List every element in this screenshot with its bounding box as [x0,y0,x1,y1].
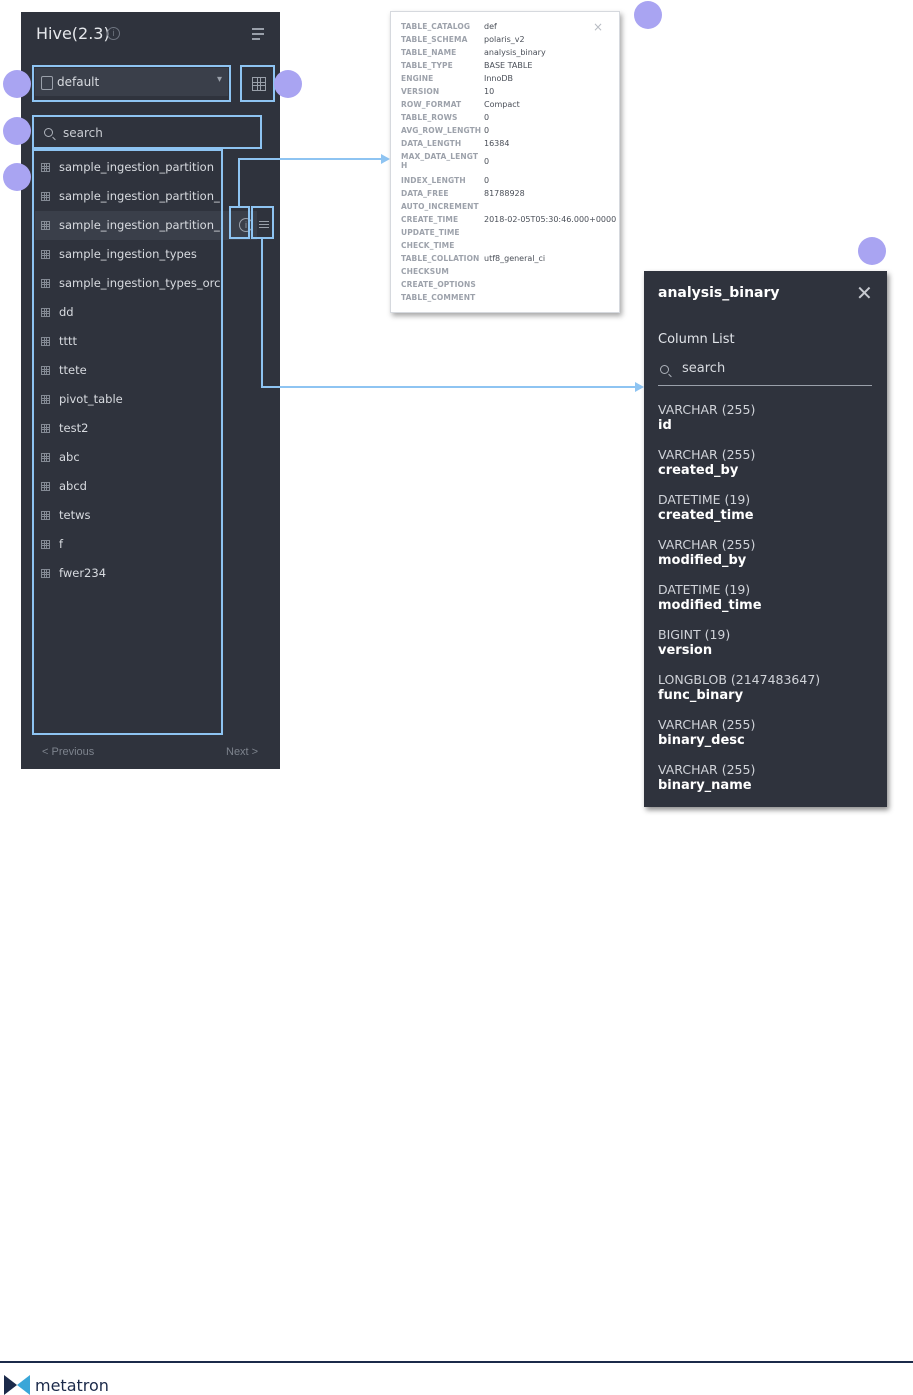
column-name: id [658,418,672,433]
info-value: 2018-02-05T05:30:46.000+0000 [484,215,617,224]
info-key: MAX_DATA_LENGT H [401,152,479,170]
popup-title: analysis_binary [658,285,780,301]
column-name: created_time [658,508,754,523]
previous-page-link[interactable]: < Previous [42,746,94,758]
info-key: CREATE_OPTIONS [401,280,476,289]
info-key: AVG_ROW_LENGTH [401,126,482,135]
callout-badge [274,70,302,98]
column-type: VARCHAR (255) [658,447,756,462]
info-value: InnoDB [484,74,514,83]
brand-name: metatron [35,1376,109,1395]
info-value: BASE TABLE [484,61,533,70]
menu-collapse-icon[interactable] [252,28,266,40]
connector-line [261,238,263,388]
metatron-logo-icon [4,1375,30,1395]
callout-badge [3,163,31,191]
arrow-right-icon [381,154,390,164]
info-key: TABLE_COLLATION [401,254,480,263]
info-value: 0 [484,113,490,122]
info-key: CHECK_TIME [401,241,455,250]
connector-line [238,159,240,207]
column-type: VARCHAR (255) [658,402,756,417]
column-name: binary_desc [658,733,745,748]
info-key: INDEX_LENGTH [401,176,466,185]
column-type: DATETIME (19) [658,582,751,597]
search-icon [660,365,669,374]
callout-badge [634,1,662,29]
info-value: 0 [484,176,490,185]
connector-line [238,158,382,160]
footer-divider [0,1361,913,1363]
column-type: BIGINT (19) [658,627,731,642]
column-name: binary_name [658,778,752,793]
close-icon[interactable]: ✕ [856,281,873,305]
database-select-highlight [32,65,231,102]
column-type: VARCHAR (255) [658,537,756,552]
info-key: TABLE_ROWS [401,113,458,122]
info-value: 0 [484,126,490,135]
callout-badge [3,117,31,145]
column-name: modified_time [658,598,762,613]
info-key: TABLE_CATALOG [401,22,471,31]
info-key: AUTO_INCREMENT [401,202,479,211]
info-icon-highlight [229,206,250,239]
info-value: def [484,22,497,31]
info-key: TABLE_SCHEMA [401,35,468,44]
column-name: created_by [658,463,739,478]
info-value: analysis_binary [484,48,546,57]
column-type: LONGBLOB (2147483647) [658,672,821,687]
info-key: VERSION [401,87,440,96]
info-key: UPDATE_TIME [401,228,460,237]
column-type: DATETIME (19) [658,492,751,507]
column-list-popup: analysis_binary ✕ Column List search VAR… [644,271,887,807]
info-value: Compact [484,100,520,109]
table-info-popup: × TABLE_CATALOG def TABLE_SCHEMA polaris_v… [390,11,620,313]
info-key: TABLE_COMMENT [401,293,476,302]
panel-title: Hive(2.3) [36,24,110,43]
column-search-placeholder: search [682,361,726,376]
info-key: CREATE_TIME [401,215,459,224]
info-key: TABLE_NAME [401,48,457,57]
info-value: utf8_general_ci [484,254,546,263]
arrow-right-icon [635,382,644,392]
search-highlight [32,115,262,149]
table-view-button-highlight [240,65,275,102]
info-value: 0 [484,157,490,166]
info-value: 16384 [484,139,510,148]
next-page-link[interactable]: Next > [226,746,258,758]
info-key: CHECKSUM [401,267,449,276]
callout-badge [858,237,886,265]
column-type: VARCHAR (255) [658,717,756,732]
connector-line [261,386,636,388]
column-name: modified_by [658,553,747,568]
column-name: func_binary [658,688,744,703]
column-name: version [658,643,713,658]
column-type: VARCHAR (255) [658,762,756,777]
table-list-highlight [32,149,223,735]
info-key: ENGINE [401,74,434,83]
close-icon[interactable]: × [593,20,603,34]
info-value: 10 [484,87,495,96]
info-key: ROW_FORMAT [401,100,462,109]
columns-icon-highlight [251,206,274,239]
info-icon[interactable]: i [107,27,120,40]
info-value: 81788928 [484,189,525,198]
callout-badge [3,70,31,98]
info-key: DATA_FREE [401,189,449,198]
info-key: DATA_LENGTH [401,139,462,148]
info-value: polaris_v2 [484,35,525,44]
column-search-input[interactable]: search [658,358,872,386]
info-key: TABLE_TYPE [401,61,453,70]
column-list-label: Column List [658,332,735,347]
